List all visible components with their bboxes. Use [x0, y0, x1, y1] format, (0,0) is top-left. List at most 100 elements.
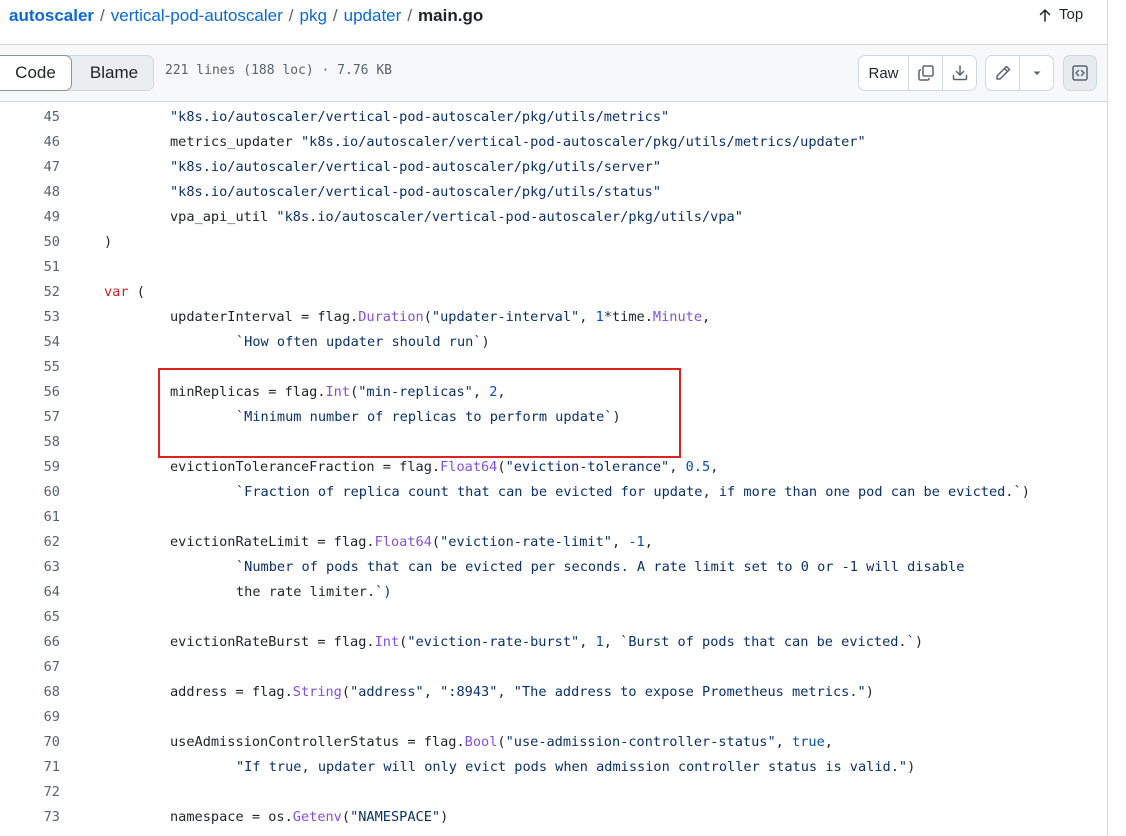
edit-options-button[interactable]	[1019, 56, 1053, 90]
code-line: 50)	[0, 230, 1107, 255]
line-number[interactable]: 70	[0, 730, 60, 755]
line-number[interactable]: 52	[0, 280, 60, 305]
line-number[interactable]: 65	[0, 605, 60, 630]
line-number[interactable]: 45	[0, 105, 60, 130]
line-number[interactable]: 67	[0, 655, 60, 680]
code-line: 60 `Fraction of replica count that can be…	[0, 480, 1107, 505]
code-line: 54 `How often updater should run`)	[0, 330, 1107, 355]
breadcrumb-separator: /	[288, 6, 294, 25]
line-number[interactable]: 55	[0, 355, 60, 380]
code-line: 65	[0, 605, 1107, 630]
breadcrumb: autoscaler / vertical-pod-autoscaler / pkg / u…	[9, 5, 483, 27]
code-line: 59 evictionToleranceFraction = flag.Float…	[0, 455, 1107, 480]
symbols-panel-button[interactable]	[1063, 55, 1097, 91]
code-line: 69	[0, 705, 1107, 730]
code-text: address = flag.String("address", ":8943"…	[170, 684, 874, 700]
breadcrumb-link-updater[interactable]: updater	[344, 6, 402, 25]
file-info: 221 lines (188 loc) · 7.76 KB	[165, 63, 392, 78]
line-number[interactable]: 59	[0, 455, 60, 480]
breadcrumb-root-link[interactable]: autoscaler	[9, 6, 94, 25]
breadcrumb-separator: /	[100, 6, 105, 25]
line-number[interactable]: 60	[0, 480, 60, 505]
code-line: 68 address = flag.String("address", ":894…	[0, 680, 1107, 705]
breadcrumb-current-file: main.go	[418, 6, 484, 25]
code-text: evictionRateBurst = flag.Int("eviction-r…	[170, 634, 923, 650]
code-text: useAdmissionControllerStatus = flag.Bool…	[170, 734, 833, 750]
code-line: 46 metrics_updater "k8s.io/autoscaler/ver…	[0, 130, 1107, 155]
code-text: `Number of pods that can be evicted per …	[236, 559, 965, 575]
code-text: updaterInterval = flag.Duration("updater…	[170, 309, 711, 325]
line-number[interactable]: 48	[0, 180, 60, 205]
line-number[interactable]: 53	[0, 305, 60, 330]
line-number[interactable]: 68	[0, 680, 60, 705]
code-line: 61	[0, 505, 1107, 530]
line-number[interactable]: 51	[0, 255, 60, 280]
code-text: `How often updater should run`)	[236, 334, 490, 350]
line-number[interactable]: 72	[0, 780, 60, 805]
code-text: "If true, updater will only evict pods w…	[236, 759, 916, 775]
code-view: 45 "k8s.io/autoscaler/vertical-pod-autosc…	[0, 105, 1107, 830]
code-text: namespace = os.Getenv("NAMESPACE")	[170, 809, 449, 825]
pencil-icon	[995, 65, 1010, 80]
tab-code[interactable]: Code	[0, 55, 72, 91]
copy-raw-button[interactable]	[908, 56, 942, 90]
breadcrumb-separator: /	[332, 6, 338, 25]
edit-actions-group	[985, 55, 1054, 91]
download-icon	[952, 65, 967, 81]
code-line: 67	[0, 655, 1107, 680]
code-text: evictionToleranceFraction = flag.Float64…	[170, 459, 719, 475]
line-number[interactable]: 54	[0, 330, 60, 355]
code-line: 51	[0, 255, 1107, 280]
line-number[interactable]: 73	[0, 805, 60, 830]
code-line: 73 namespace = os.Getenv("NAMESPACE")	[0, 805, 1107, 830]
line-number[interactable]: 57	[0, 405, 60, 430]
code-text: vpa_api_util "k8s.io/autoscaler/vertical…	[170, 209, 743, 225]
raw-button[interactable]: Raw	[859, 56, 908, 90]
code-text: )	[104, 234, 113, 250]
code-text: "k8s.io/autoscaler/vertical-pod-autoscal…	[170, 109, 670, 125]
line-number[interactable]: 62	[0, 530, 60, 555]
line-number[interactable]: 71	[0, 755, 60, 780]
file-actions-group: Raw	[858, 55, 977, 91]
chevron-down-icon	[1033, 71, 1040, 75]
code-text: var (	[104, 284, 145, 300]
breadcrumb-link-vertical-pod-autoscaler[interactable]: vertical-pod-autoscaler	[111, 6, 283, 25]
edit-file-button[interactable]	[986, 56, 1019, 90]
code-text: evictionRateLimit = flag.Float64("evicti…	[170, 534, 653, 550]
code-line: 53 updaterInterval = flag.Duration("updat…	[0, 305, 1107, 330]
line-number[interactable]: 66	[0, 630, 60, 655]
code-text: metrics_updater "k8s.io/autoscaler/verti…	[170, 134, 866, 150]
breadcrumb-link-pkg[interactable]: pkg	[299, 6, 326, 25]
code-text: `Fraction of replica count that can be e…	[236, 484, 1030, 500]
code-text: "k8s.io/autoscaler/vertical-pod-autoscal…	[170, 184, 662, 200]
code-line: 49 vpa_api_util "k8s.io/autoscaler/vertic…	[0, 205, 1107, 230]
download-raw-button[interactable]	[942, 56, 976, 90]
breadcrumb-separator: /	[407, 6, 413, 25]
code-line: 47 "k8s.io/autoscaler/vertical-pod-autosc…	[0, 155, 1107, 180]
tab-blame[interactable]: Blame	[76, 56, 152, 90]
line-number[interactable]: 64	[0, 580, 60, 605]
line-number[interactable]: 47	[0, 155, 60, 180]
arrow-up-icon	[1039, 8, 1051, 22]
code-line: 72	[0, 780, 1107, 805]
line-number[interactable]: 49	[0, 205, 60, 230]
top-link[interactable]: Top	[1037, 6, 1083, 23]
line-number[interactable]: 63	[0, 555, 60, 580]
line-number[interactable]: 61	[0, 505, 60, 530]
line-number[interactable]: 56	[0, 380, 60, 405]
file-toolbar: Code Blame 221 lines (188 loc) · 7.76 KB…	[0, 44, 1107, 102]
code-square-icon	[1072, 65, 1088, 81]
line-number[interactable]: 46	[0, 130, 60, 155]
line-number[interactable]: 58	[0, 430, 60, 455]
code-line: 70 useAdmissionControllerStatus = flag.Bo…	[0, 730, 1107, 755]
code-line: 66 evictionRateBurst = flag.Int("eviction…	[0, 630, 1107, 655]
highlight-box	[158, 368, 681, 458]
right-scroll-divider	[1107, 0, 1108, 836]
code-line: 71 "If true, updater will only evict pods…	[0, 755, 1107, 780]
line-number[interactable]: 69	[0, 705, 60, 730]
code-line: 64 the rate limiter.`)	[0, 580, 1107, 605]
line-number[interactable]: 50	[0, 230, 60, 255]
code-text: "k8s.io/autoscaler/vertical-pod-autoscal…	[170, 159, 662, 175]
code-text: the rate limiter.`)	[236, 584, 392, 600]
view-mode-toggle: Code Blame	[0, 55, 154, 91]
